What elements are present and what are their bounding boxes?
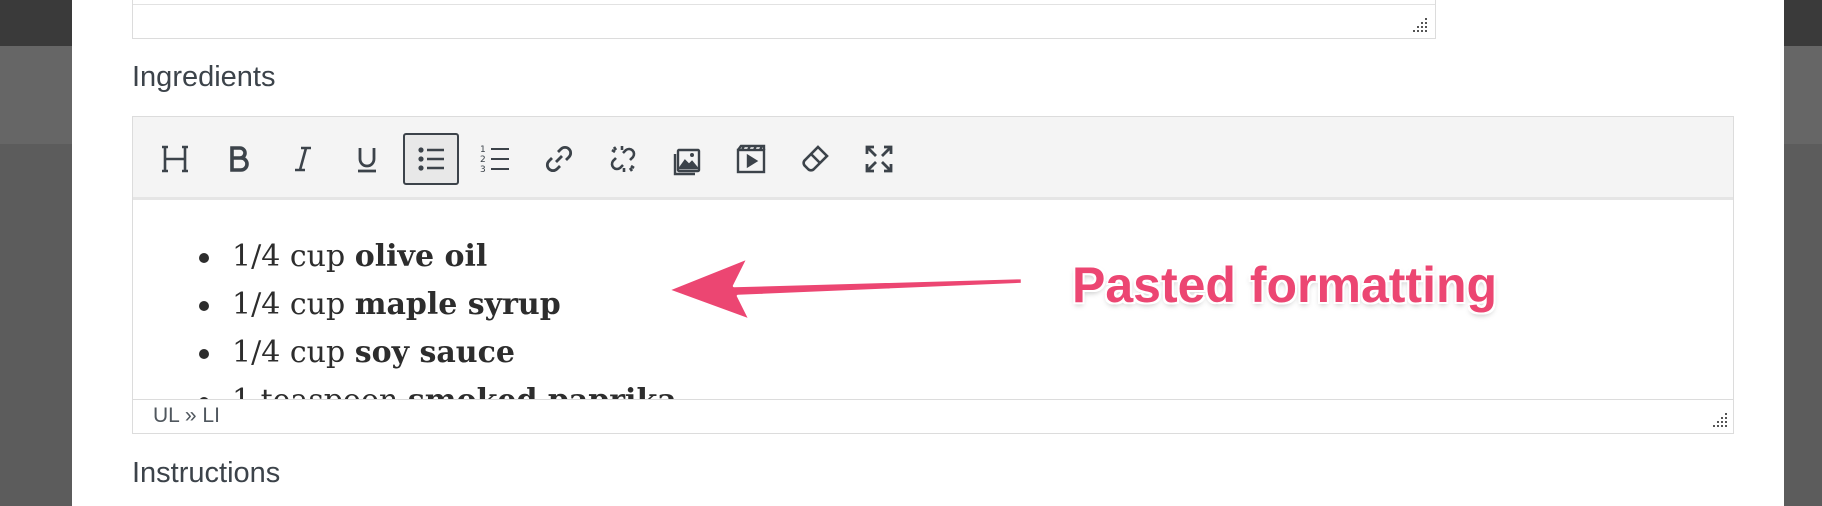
fullscreen-button[interactable]	[851, 133, 907, 185]
resize-handle-icon[interactable]	[1711, 411, 1727, 427]
svg-text:3: 3	[480, 165, 486, 175]
unlink-icon	[610, 146, 636, 172]
link-icon	[545, 145, 573, 173]
ingredient-quantity: 1/4 cup	[232, 239, 346, 274]
heading-button[interactable]	[147, 133, 203, 185]
instructions-label: Instructions	[132, 457, 281, 489]
italic-button[interactable]	[275, 133, 331, 185]
resize-handle-icon[interactable]	[1411, 16, 1427, 32]
underline-icon	[358, 148, 376, 173]
editor-toolbar: 1 2 3	[133, 117, 1733, 200]
list-item: 1/4 cup olive oil	[199, 233, 677, 281]
image-icon	[673, 148, 701, 176]
annotation-label: Pasted formatting	[1072, 257, 1498, 313]
numbered-list-icon: 1 2 3	[480, 145, 509, 175]
link-button[interactable]	[531, 133, 587, 185]
unlink-button[interactable]	[595, 133, 651, 185]
annotation-arrow-icon	[668, 256, 1024, 322]
ingredient-quantity: 1/4 cup	[232, 335, 346, 370]
editor-statusbar: UL » LI	[133, 399, 1733, 433]
ingredients-list: 1/4 cup olive oil 1/4 cup maple syrup 1/…	[199, 233, 677, 399]
ingredient-name: maple syrup	[354, 287, 561, 322]
eraser-icon	[802, 145, 829, 172]
ingredient-name: smoked paprika	[408, 383, 677, 399]
ingredient-quantity: 1 teaspoon	[232, 383, 398, 399]
fullscreen-icon	[865, 145, 893, 173]
svg-text:1: 1	[480, 145, 486, 155]
ingredient-name: olive oil	[354, 239, 488, 274]
previous-editor-divider	[133, 4, 1435, 5]
video-icon	[736, 144, 766, 174]
numbered-list-button[interactable]: 1 2 3	[467, 133, 523, 185]
clear-formatting-button[interactable]	[787, 133, 843, 185]
bold-icon	[230, 146, 249, 172]
bold-button[interactable]	[211, 133, 267, 185]
list-item: 1 teaspoon smoked paprika	[199, 377, 677, 399]
list-item: 1/4 cup soy sauce	[199, 329, 677, 377]
ingredient-quantity: 1/4 cup	[232, 287, 346, 322]
ingredient-name: soy sauce	[354, 335, 515, 370]
ingredients-label: Ingredients	[132, 61, 276, 93]
underline-button[interactable]	[339, 133, 395, 185]
previous-editor	[132, 0, 1436, 39]
bulleted-list-button[interactable]	[403, 133, 459, 185]
video-button[interactable]	[723, 133, 779, 185]
bulleted-list-icon	[418, 147, 444, 171]
image-button[interactable]	[659, 133, 715, 185]
heading-icon	[162, 145, 188, 173]
list-item: 1/4 cup maple syrup	[199, 281, 677, 329]
element-path[interactable]: UL » LI	[153, 404, 220, 428]
svg-text:2: 2	[480, 155, 486, 165]
italic-icon	[295, 146, 311, 172]
modal-panel: Ingredients 1 2 3 1/4 cup olive oil 1/4 …	[72, 0, 1784, 506]
